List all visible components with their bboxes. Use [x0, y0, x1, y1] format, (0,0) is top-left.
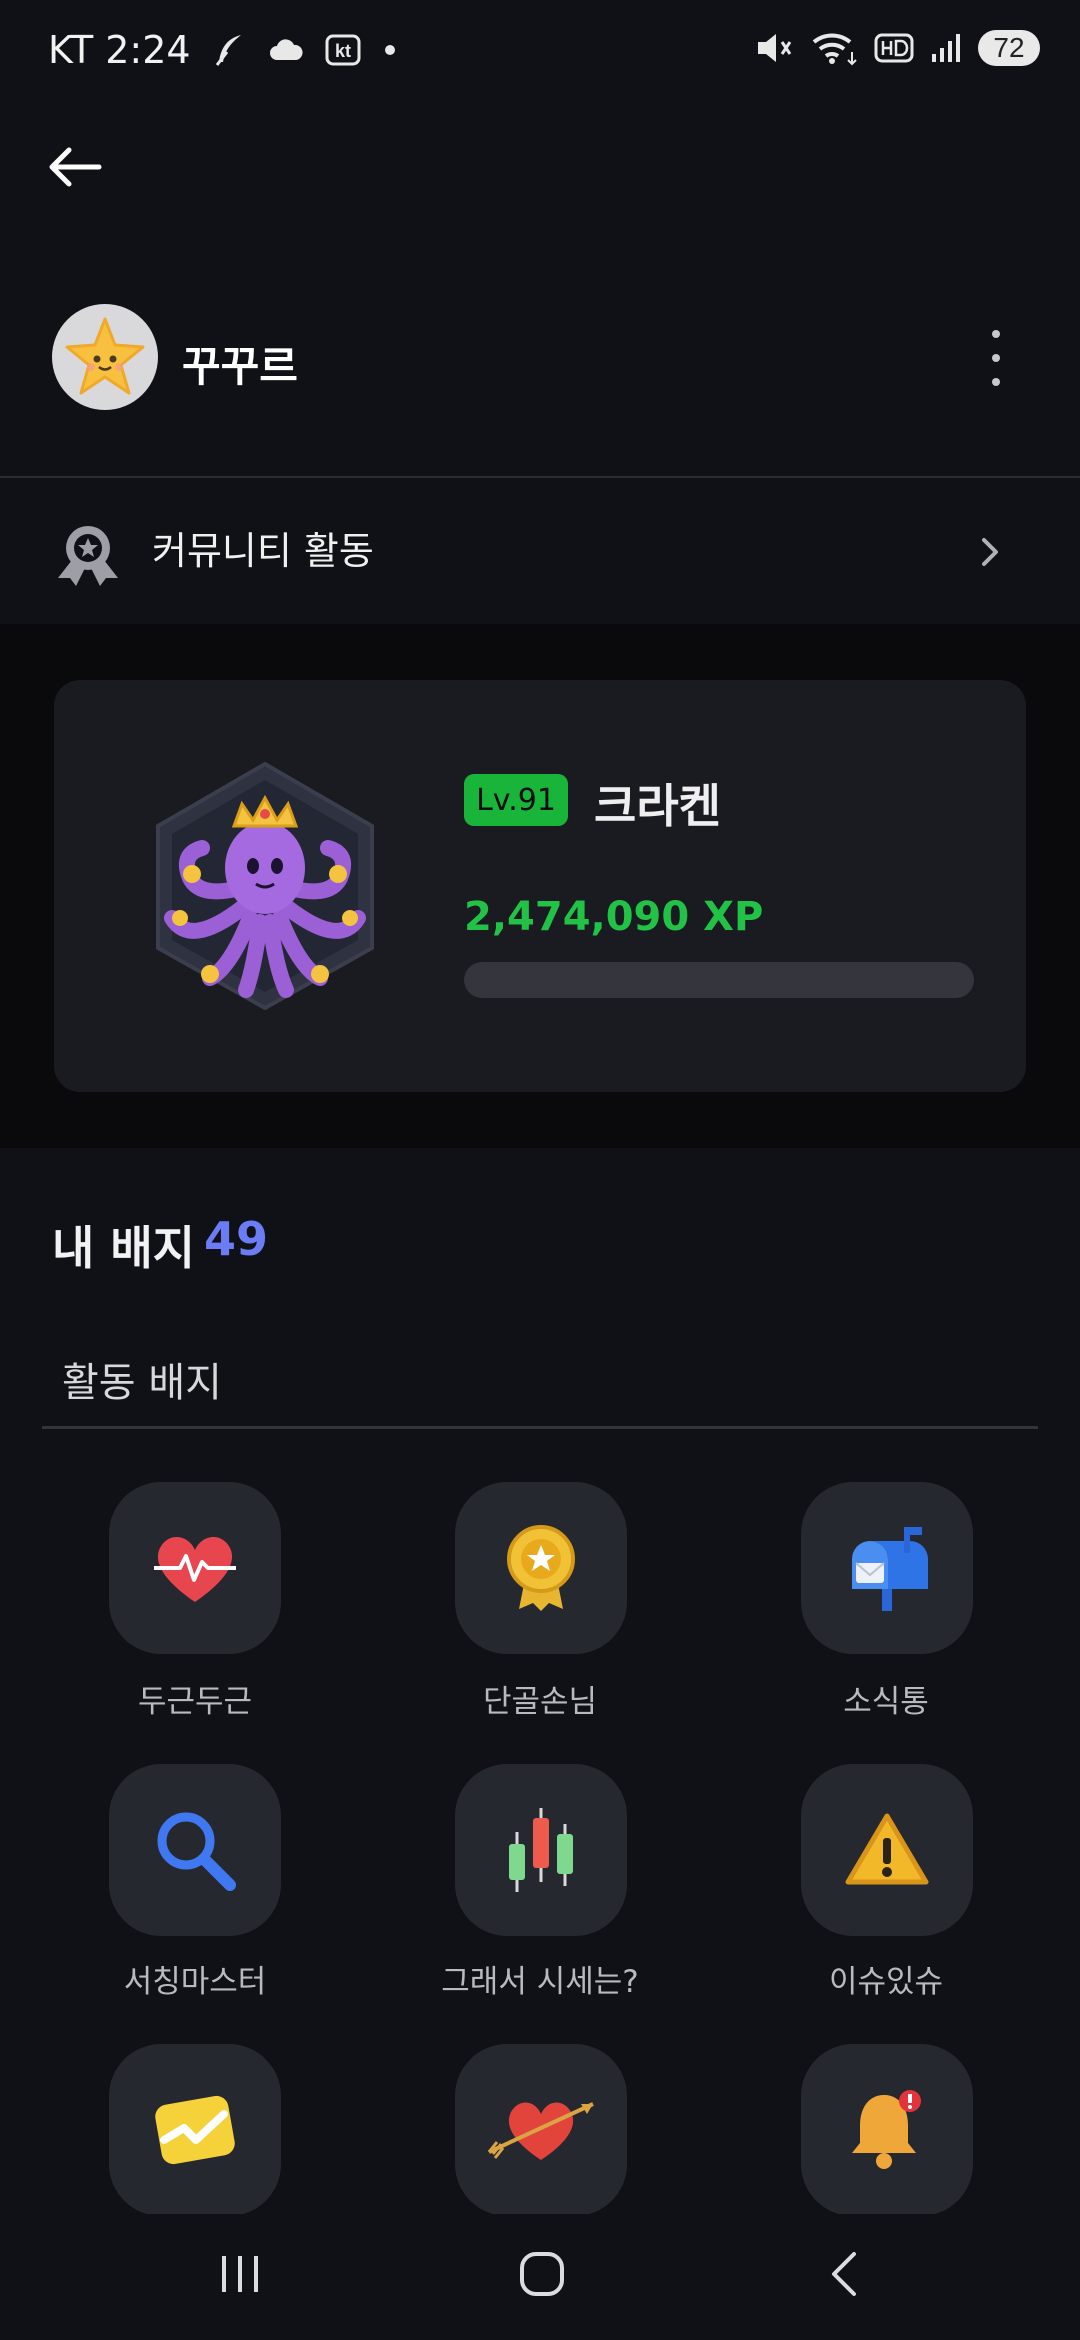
mailbox-icon [852, 1527, 928, 1611]
gold-medal-icon [507, 1525, 575, 1611]
avatar[interactable] [52, 304, 158, 410]
more-dot-icon [992, 330, 1000, 338]
magnifier-icon [157, 1812, 236, 1891]
kt-mark-text: kt [335, 41, 351, 61]
system-back-button[interactable] [784, 2234, 904, 2314]
status-left: KT 2:24 kt [48, 28, 397, 72]
carrier-time: KT 2:24 [48, 28, 191, 72]
more-options-button[interactable] [976, 330, 1016, 386]
bell-alert-icon [852, 2090, 921, 2169]
feather-icon [213, 32, 247, 68]
badge-tile[interactable] [109, 2044, 281, 2216]
badge-label: 두근두근 [137, 1684, 253, 1720]
community-activity-label: 커뮤니티 활동 [152, 529, 374, 573]
home-button[interactable] [482, 2234, 602, 2314]
badge-tile[interactable] [455, 1764, 627, 1936]
heartbeat-icon [154, 1536, 236, 1602]
tab-activity-badges[interactable]: 활동 배지 [62, 1350, 222, 1408]
badge-tile[interactable] [455, 1482, 627, 1654]
battery-icon: 72 [978, 30, 1040, 66]
cloud-icon [269, 38, 303, 62]
kraken-octopus-icon [150, 758, 380, 1011]
warning-icon [845, 1813, 929, 1885]
badge-tile[interactable] [801, 2044, 973, 2216]
badge-label: 서칭마스터 [123, 1964, 267, 2000]
home-icon [520, 2252, 564, 2296]
nickname: 꾸꾸르 [182, 342, 298, 391]
star-face-icon [65, 317, 145, 395]
badge-tile[interactable] [801, 1764, 973, 1936]
badge-tile[interactable] [455, 2044, 627, 2216]
dot-icon [383, 43, 397, 57]
kt-icon: kt [325, 34, 361, 66]
badge-tile[interactable] [109, 1764, 281, 1936]
chevron-right-icon [972, 532, 1008, 572]
signal-icon [930, 32, 962, 64]
more-dot-icon [992, 378, 1000, 386]
level-name: 크라켄 [594, 779, 721, 833]
level-badge: Lv.91 [464, 774, 568, 826]
heart-arrow-icon [487, 2102, 594, 2160]
trend-chart-icon [155, 2095, 235, 2165]
badge-label: 소식통 [843, 1684, 929, 1720]
xp-value: 2,474,090 XP [464, 894, 764, 940]
hd-icon [874, 33, 914, 63]
xp-progress-bar [464, 962, 974, 998]
badge-label: 그래서 시세는? [441, 1964, 639, 2000]
award-ribbon-icon [52, 520, 124, 588]
status-right: 72 [754, 30, 1040, 66]
badge-tile[interactable] [109, 1482, 281, 1654]
badges-count: 49 [204, 1212, 269, 1266]
wifi-icon [810, 30, 858, 66]
badge-label: 이슈있슈 [828, 1964, 944, 2000]
badges-title: 내 배지 [52, 1221, 195, 1275]
candlestick-icon [509, 1808, 573, 1892]
badge-tile[interactable] [801, 1482, 973, 1654]
mute-icon [754, 30, 794, 66]
tab-divider [42, 1426, 1038, 1429]
badge-label: 단골손님 [482, 1684, 598, 1720]
back-button[interactable] [40, 134, 110, 200]
recent-apps-button[interactable] [180, 2234, 300, 2314]
recent-apps-icon [222, 2256, 258, 2292]
back-icon [832, 2252, 856, 2296]
profile-row[interactable] [0, 290, 1080, 420]
arrow-left-icon [49, 147, 102, 187]
more-dot-icon [992, 354, 1000, 362]
